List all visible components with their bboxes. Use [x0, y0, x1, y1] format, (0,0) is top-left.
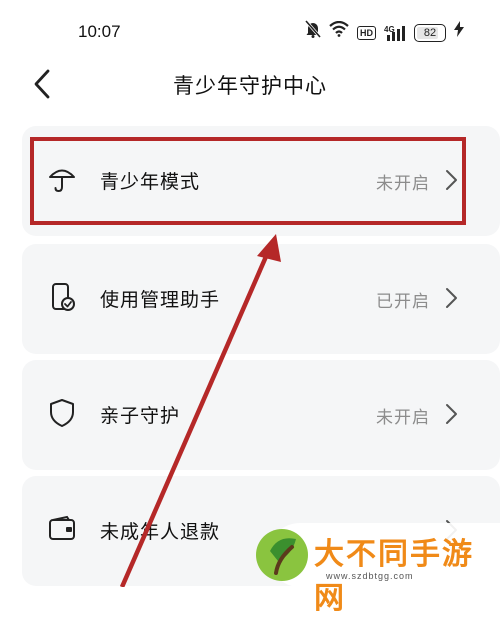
- shield-icon: [50, 399, 74, 427]
- menu-item-label: 未成年人退款: [100, 521, 221, 543]
- status-icons: HD 4G 82: [304, 20, 464, 45]
- menu-item-status: 已开启: [376, 292, 430, 312]
- signal-4g-icon: 4G: [384, 24, 406, 42]
- battery-level: 82: [423, 26, 437, 39]
- annotation-highlight-box: [30, 137, 466, 225]
- hd-icon: HD: [357, 25, 376, 40]
- chevron-right-icon: [446, 288, 457, 308]
- status-bar: 10:07 HD 4G 82: [0, 0, 500, 58]
- menu-item-status: 未开启: [376, 408, 430, 428]
- mute-icon: [304, 20, 322, 45]
- battery-icon: 82: [414, 23, 446, 42]
- wallet-icon: [49, 515, 75, 540]
- menu-item-usage-assistant[interactable]: 使用管理助手 已开启: [22, 244, 500, 354]
- menu-item-parental-guard[interactable]: 亲子守护 未开启: [22, 360, 500, 470]
- wifi-icon: [329, 20, 349, 44]
- logo-icon: [256, 529, 308, 581]
- watermark-url: www.szdbtgg.com: [326, 571, 414, 581]
- page-title: 青少年守护中心: [173, 74, 327, 98]
- header: 青少年守护中心: [0, 58, 500, 108]
- menu-item-label: 使用管理助手: [100, 289, 221, 311]
- chevron-right-icon: [446, 404, 457, 424]
- menu-item-label: 亲子守护: [100, 405, 181, 427]
- watermark: 大不同手游网 www.szdbtgg.com: [248, 515, 500, 616]
- status-time: 10:07: [78, 22, 121, 41]
- charging-icon: [454, 21, 464, 44]
- phone-check-icon: [52, 283, 75, 311]
